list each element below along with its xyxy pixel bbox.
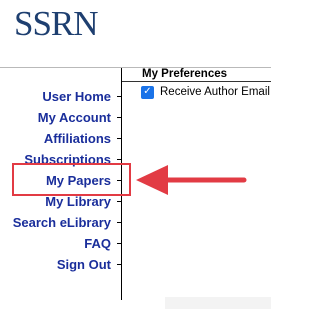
footer-fragment: [165, 297, 271, 309]
nav-tick: [117, 138, 121, 139]
my-papers-highlight: [12, 163, 131, 196]
preferences-title: My Preferences: [142, 68, 228, 80]
receive-author-email-label: Receive Author Email: [160, 86, 270, 98]
ssrn-logo[interactable]: SSRN: [14, 6, 99, 41]
receive-author-email-checkbox[interactable]: ✓: [141, 85, 154, 99]
receive-author-email-option[interactable]: ✓ Receive Author Email: [141, 85, 270, 99]
nav-tick: [117, 222, 121, 223]
nav-tick: [117, 243, 121, 244]
ssrn-page: SSRN My Preferences ✓ Receive Author Ema…: [0, 0, 271, 309]
nav-tick: [117, 96, 121, 97]
nav-user-home[interactable]: User Home: [13, 86, 111, 107]
nav-my-account[interactable]: My Account: [13, 107, 111, 128]
nav-tick: [117, 201, 121, 202]
nav-sign-out[interactable]: Sign Out: [13, 254, 111, 275]
nav-tick: [117, 117, 121, 118]
nav-tick: [117, 264, 121, 265]
nav-search-elibrary[interactable]: Search eLibrary: [13, 212, 111, 233]
nav-affiliations[interactable]: Affiliations: [13, 128, 111, 149]
nav-tick: [117, 159, 121, 160]
nav-faq[interactable]: FAQ: [13, 233, 111, 254]
pointer-arrow-icon: [136, 165, 247, 195]
